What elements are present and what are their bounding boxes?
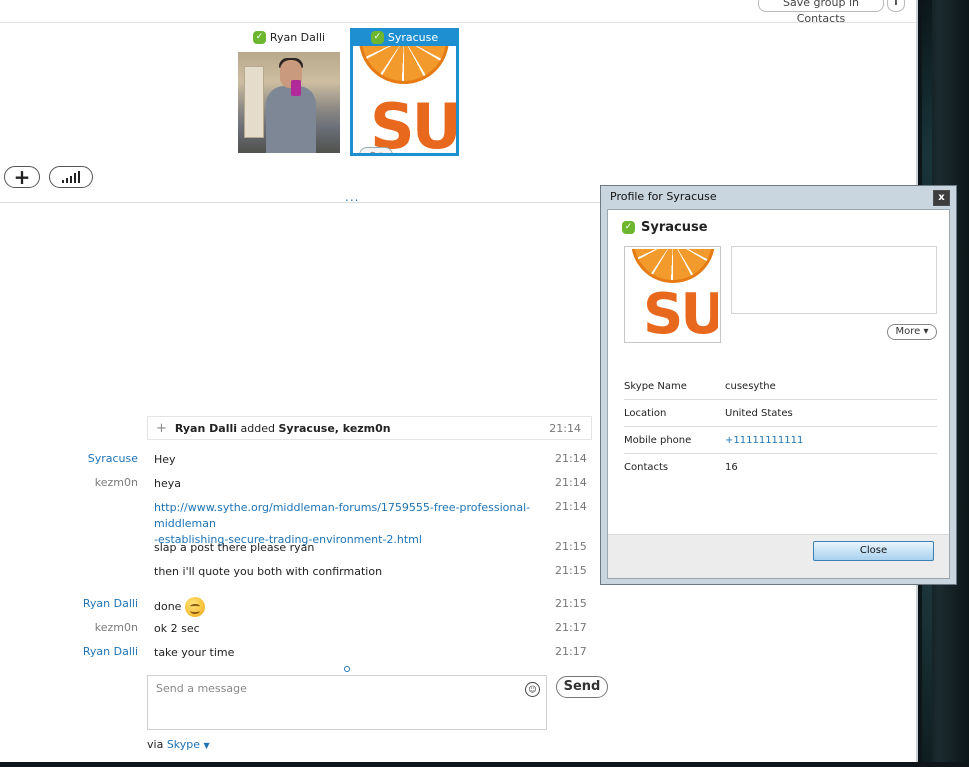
message-time: 21:14 <box>555 476 587 489</box>
message-time: 21:17 <box>555 621 587 634</box>
profile-details: Skype Name cusesythe Location United Sta… <box>624 373 937 480</box>
smile-icon <box>185 597 206 617</box>
participant-name-row: ✓ Syracuse <box>350 28 459 46</box>
dialog-body: ✓ Syracuse SU More ▾ Skype Name cusesyth… <box>607 209 950 579</box>
close-icon[interactable]: x <box>933 190 950 206</box>
avatar <box>238 52 340 153</box>
participant-name: Syracuse <box>387 30 439 44</box>
send-button[interactable]: Send <box>556 676 608 698</box>
online-status-icon: ✓ <box>370 30 384 44</box>
detail-label: Contacts <box>624 462 669 473</box>
system-message: + Ryan Dalli added Syracuse, kezm0n 21:1… <box>147 416 592 440</box>
desktop-background-bottom <box>0 762 969 767</box>
detail-label: Location <box>624 408 667 419</box>
avatar-logo-text: SU <box>643 282 718 341</box>
phone-link[interactable]: +11111111111 <box>725 435 803 446</box>
avatar: SU ◉ ▾ <box>353 46 456 153</box>
message-time: 21:15 <box>555 540 587 553</box>
message-link[interactable]: http://www.sythe.org/middleman-forums/17… <box>154 501 530 530</box>
detail-row-location: Location United States <box>624 400 937 427</box>
save-group-button[interactable]: Save group in Contacts <box>758 0 884 25</box>
orange-logo-icon <box>631 249 715 283</box>
close-button[interactable]: Close <box>813 541 934 561</box>
message-input[interactable]: Send a message ☺ <box>147 675 547 730</box>
message-text: ok 2 sec <box>154 622 200 635</box>
message-text: take your time <box>154 646 235 659</box>
message-time: 21:15 <box>555 597 587 610</box>
via-service-selector[interactable]: via Skype ▼ <box>147 738 210 751</box>
message-time: 21:15 <box>555 564 587 577</box>
system-message-text: Ryan Dalli added Syracuse, kezm0n <box>174 421 391 435</box>
avatar-logo-text: SU <box>370 90 456 154</box>
message-text: then i'll quote you both with confirmati… <box>154 565 383 578</box>
orange-logo-icon <box>359 46 449 84</box>
message-sender[interactable]: Ryan Dalli <box>18 645 138 658</box>
dialog-footer: Close <box>608 534 949 578</box>
detail-label: Mobile phone <box>624 435 692 446</box>
chevron-down-icon[interactable]: ▼ <box>204 741 210 750</box>
message-input-placeholder: Send a message <box>156 682 247 695</box>
emoticon-icon[interactable]: ☺ <box>525 682 540 697</box>
participant-ryan-dalli[interactable]: ✓ Ryan Dalli <box>238 28 340 153</box>
message-sender[interactable]: Syracuse <box>18 452 138 465</box>
message-text: slap a post there please ryan <box>154 541 315 554</box>
detail-label: Skype Name <box>624 381 687 392</box>
mood-message-box <box>731 246 937 314</box>
dialog-title: Profile for Syracuse <box>610 190 717 203</box>
detail-value: United States <box>725 408 793 419</box>
profile-dialog: Profile for Syracuse x ✓ Syracuse SU Mor… <box>600 185 957 585</box>
participant-name: Ryan Dalli <box>269 30 326 44</box>
detail-row-contacts: Contacts 16 <box>624 454 937 480</box>
profile-name: ✓ Syracuse <box>622 220 708 235</box>
info-icon[interactable]: i <box>887 0 905 12</box>
detail-value: cusesythe <box>725 381 776 392</box>
typing-indicator-icon <box>344 666 350 672</box>
signal-bars-icon <box>62 171 80 183</box>
header-divider <box>0 22 916 23</box>
message-text: heya <box>154 477 181 490</box>
message-time: 21:14 <box>555 500 587 513</box>
online-status-icon: ✓ <box>252 30 266 44</box>
call-quality-button[interactable] <box>49 166 93 188</box>
message-sender[interactable]: kezm0n <box>18 621 138 634</box>
dialog-titlebar[interactable]: Profile for Syracuse x <box>601 186 956 208</box>
online-status-icon: ✓ <box>622 221 635 234</box>
message-sender[interactable]: Ryan Dalli <box>18 597 138 610</box>
detail-row-skype-name: Skype Name cusesythe <box>624 373 937 400</box>
service-name[interactable]: Skype <box>167 738 200 751</box>
participant-name-row: ✓ Ryan Dalli <box>238 28 340 46</box>
message-time: 21:17 <box>555 645 587 658</box>
video-menu-button[interactable]: ◉ ▾ <box>359 147 393 153</box>
message-time: 21:14 <box>549 421 581 435</box>
message-text: Hey <box>154 453 176 466</box>
participant-syracuse[interactable]: ✓ Syracuse SU ◉ ▾ <box>350 28 459 156</box>
add-icon: + <box>156 420 167 436</box>
add-participant-button[interactable]: + <box>4 166 40 188</box>
detail-row-mobile-phone: Mobile phone +11111111111 <box>624 427 937 454</box>
profile-avatar: SU <box>624 246 721 343</box>
more-button[interactable]: More ▾ <box>887 324 937 340</box>
message-text: done <box>154 597 546 617</box>
detail-value: 16 <box>725 462 738 473</box>
message-sender[interactable]: kezm0n <box>18 476 138 489</box>
message-time: 21:14 <box>555 452 587 465</box>
